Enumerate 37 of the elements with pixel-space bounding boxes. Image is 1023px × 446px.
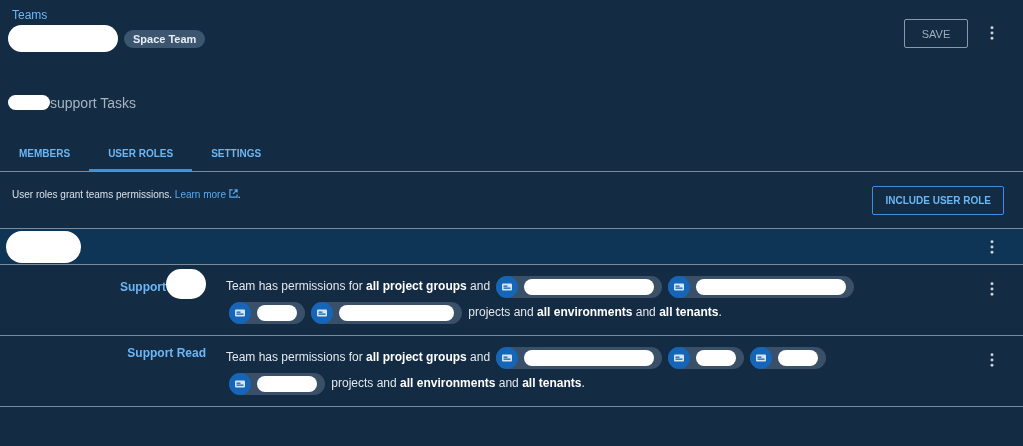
project-icon [496, 346, 519, 369]
project-icon [668, 346, 691, 369]
tab[interactable]: USER ROLES [89, 139, 193, 171]
breadcrumb-link[interactable]: Teams [12, 8, 48, 22]
more-menu-icon[interactable] [990, 26, 994, 40]
project-icon [229, 372, 251, 395]
project-chip[interactable] [229, 301, 305, 324]
project-chip[interactable] [229, 372, 325, 395]
more-menu-icon[interactable] [990, 282, 994, 296]
tab[interactable]: MEMBERS [0, 139, 90, 171]
external-link-icon [228, 189, 238, 198]
more-menu-icon[interactable] [990, 353, 994, 367]
include-user-role-button[interactable]: INCLUDE USER ROLE [872, 186, 1004, 215]
team-badge: Space Team [124, 29, 206, 48]
project-chip[interactable] [496, 275, 663, 298]
project-icon [496, 275, 519, 298]
project-chip[interactable] [668, 275, 855, 298]
tab[interactable]: SETTINGS [192, 139, 281, 171]
project-chip[interactable] [750, 346, 827, 369]
role-name-link[interactable]: Support Read [127, 346, 206, 360]
save-button[interactable]: SAVE [904, 19, 968, 48]
project-chip[interactable] [496, 346, 663, 369]
project-chip[interactable] [311, 301, 462, 324]
learn-more-link[interactable]: Learn more [174, 189, 238, 200]
project-icon [311, 301, 333, 324]
permission-text: Team has permissions for all project groups and [226, 350, 491, 364]
project-chip[interactable] [668, 346, 745, 369]
permission-text: projects and all environments and all tenants. [468, 305, 722, 319]
more-menu-icon[interactable] [990, 239, 994, 254]
project-icon [229, 301, 251, 324]
permission-text: Team has permissions for all project groups and [226, 279, 491, 293]
info-text: User roles grant teams permissions. Learn more . [12, 189, 241, 200]
role-name-link[interactable]: Support [120, 280, 166, 294]
project-icon [668, 275, 691, 298]
project-icon [750, 346, 773, 369]
permission-text: projects and all environments and all tenants. [331, 376, 585, 390]
team-description: support Tasks [50, 94, 137, 111]
